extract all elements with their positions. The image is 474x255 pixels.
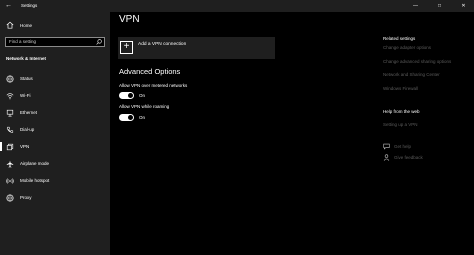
sidebar-item-label: Proxy [20,195,32,200]
sidebar-item-label: VPN [20,144,30,149]
hotspot-icon [6,177,14,185]
feedback-icon [383,154,390,161]
change-sharing-options-link[interactable]: Change advanced sharing options [383,59,451,64]
ethernet-icon [6,109,14,117]
add-vpn-connection-button[interactable]: + Add a VPN connection [118,37,275,59]
sidebar-item-mobile-hotspot[interactable]: Mobile hotspot [0,172,110,189]
title-bar: ← Settings — □ ✕ [0,0,474,12]
sidebar-item-status[interactable]: Status [0,70,110,87]
sidebar-item-airplane-mode[interactable]: Airplane mode [0,155,110,172]
metered-networks-label: Allow VPN over metered networks [119,83,188,88]
plus-icon: + [120,41,133,54]
search-icon [96,39,102,45]
help-heading: Help from the web [383,109,420,114]
get-help-link[interactable]: Get help [383,143,411,150]
toggle-knob [128,93,133,98]
minimize-icon[interactable]: — [410,0,421,12]
back-arrow-icon[interactable]: ← [5,0,15,12]
sidebar-item-wifi[interactable]: Wi-Fi [0,87,110,104]
add-vpn-label: Add a VPN connection [138,42,187,47]
give-feedback-label: Give feedback [394,155,423,160]
sidebar-item-label: Ethernet [20,110,38,115]
related-settings-heading: Related settings [383,36,416,41]
metered-networks-toggle[interactable] [119,92,134,99]
change-adapter-options-link[interactable]: Change adapter options [383,45,431,50]
home-label: Home [20,22,33,28]
chat-help-icon [383,143,390,150]
page-title: VPN [119,14,140,25]
roaming-state: On [139,115,146,120]
close-icon[interactable]: ✕ [458,0,469,12]
home-nav-item[interactable]: Home [6,20,32,30]
vpn-icon [6,143,14,151]
sidebar-item-label: Dial-up [20,127,35,132]
nav-list: Status Wi-Fi Ethernet Dial-up VPN Airpla… [0,70,110,206]
sidebar-item-ethernet[interactable]: Ethernet [0,104,110,121]
wifi-icon [6,92,14,100]
airplane-icon [6,160,14,168]
sidebar-item-label: Mobile hotspot [20,178,50,183]
search-input[interactable]: Find a setting [5,37,105,47]
roaming-toggle[interactable] [119,114,134,121]
phone-icon [6,126,14,134]
maximize-icon[interactable]: □ [434,0,445,12]
sidebar-item-proxy[interactable]: Proxy [0,189,110,206]
window-title: Settings [21,3,38,8]
sidebar-item-label: Airplane mode [20,161,50,166]
give-feedback-link[interactable]: Give feedback [383,154,423,161]
sidebar-item-label: Wi-Fi [20,93,31,98]
sidebar: Home Find a setting Network & Internet S… [0,12,110,255]
metered-networks-state: On [139,93,146,98]
network-sharing-center-link[interactable]: Network and Sharing Center [383,72,440,77]
get-help-label: Get help [394,144,412,149]
toggle-knob [128,115,133,120]
sidebar-item-vpn[interactable]: VPN [0,138,110,155]
home-icon [6,21,14,29]
windows-firewall-link[interactable]: Windows Firewall [383,86,418,91]
setting-up-vpn-link[interactable]: Setting up a VPN [383,122,418,127]
sidebar-item-dialup[interactable]: Dial-up [0,121,110,138]
globe-icon [6,193,14,202]
search-placeholder: Find a setting [9,39,37,44]
advanced-options-heading: Advanced Options [119,67,181,76]
section-heading: Network & Internet [6,56,47,61]
globe-icon [6,74,14,83]
roaming-label: Allow VPN while roaming [119,104,170,109]
sidebar-item-label: Status [20,76,33,81]
